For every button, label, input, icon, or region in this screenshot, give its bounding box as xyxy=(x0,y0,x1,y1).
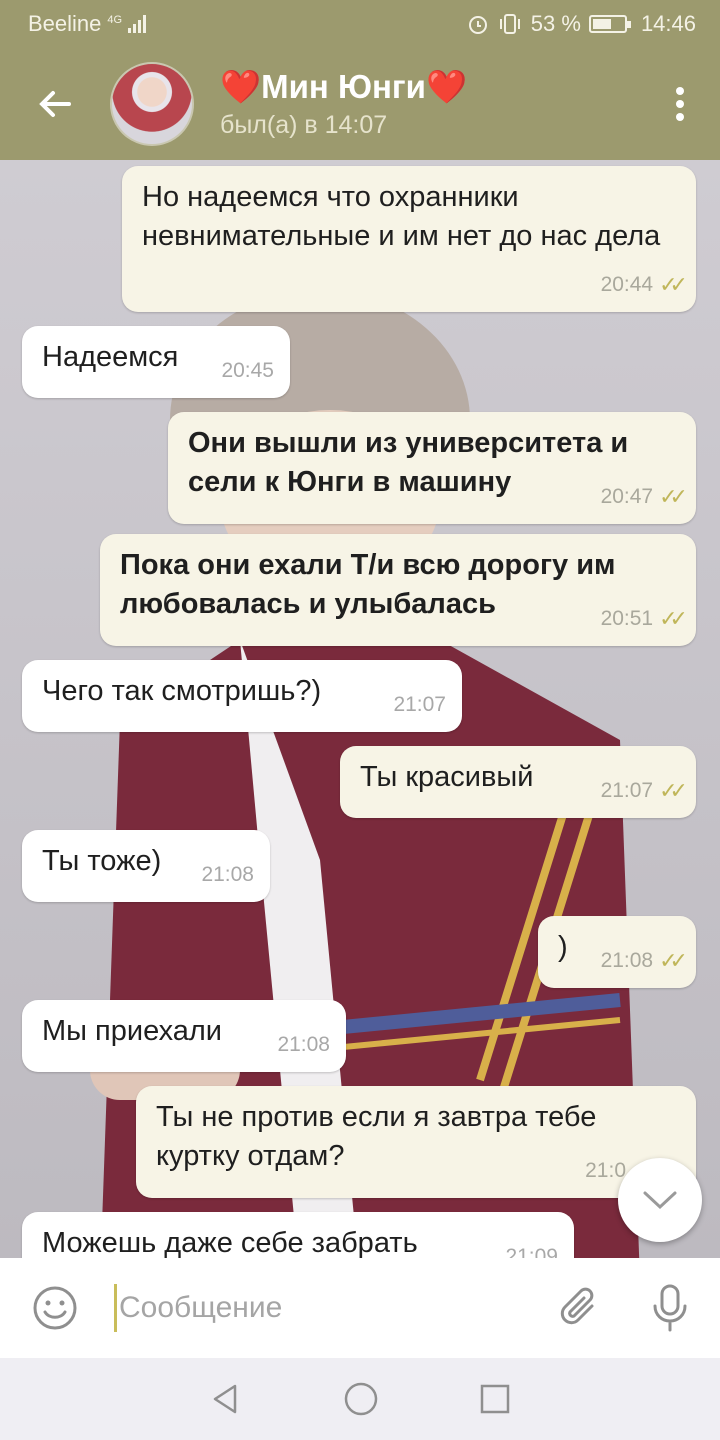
avatar[interactable] xyxy=(110,62,194,146)
message-time: 20:47 xyxy=(600,485,654,508)
message-meta: 21:08 xyxy=(277,1025,330,1064)
message-text: ) xyxy=(558,931,568,963)
message-time: 20:45 xyxy=(221,359,274,382)
message-bubble[interactable]: Но надеемся что охранники невнимательные… xyxy=(122,166,696,312)
message-bubble[interactable]: Ты красивый 21:07 ✓✓ xyxy=(340,746,696,818)
signal-icon xyxy=(128,15,147,33)
message-time: 21:08 xyxy=(201,863,254,886)
message-time: 21:07 xyxy=(393,693,446,716)
message-bubble[interactable]: Пока они ехали Т/и всю дорогу им любовал… xyxy=(100,534,696,646)
double-check-icon: ✓✓ xyxy=(659,948,688,973)
message-text: Чего так смотришь?) xyxy=(42,675,322,707)
message-bubble[interactable]: Мы приехали 21:08 xyxy=(22,1000,346,1072)
battery-percent: 53 % xyxy=(530,11,581,36)
message-text: Можешь даже себе забрать xyxy=(42,1227,418,1258)
message-text: Ты не против если я завтра тебе куртку о… xyxy=(156,1101,597,1172)
chat-header: ❤️Мин Юнги❤️ был(а) в 14:07 xyxy=(0,48,720,160)
message-meta: 21:08 xyxy=(201,855,254,894)
nav-recents-icon[interactable] xyxy=(479,1383,511,1415)
mic-button[interactable] xyxy=(620,1284,720,1332)
message-bubble[interactable]: Ты не против если я завтра тебе куртку о… xyxy=(136,1086,696,1198)
battery-icon xyxy=(588,15,631,33)
message-placeholder: Сообщение xyxy=(119,1291,283,1324)
message-text: Пока они ехали Т/и всю дорогу им любовал… xyxy=(120,549,616,620)
vibrate-icon xyxy=(499,14,520,34)
chat-area[interactable]: Но надеемся что охранники невнимательные… xyxy=(0,160,720,1258)
message-text: Они вышли из университета и сели к Юнги … xyxy=(188,427,629,498)
attach-button[interactable] xyxy=(540,1286,620,1330)
message-bubble[interactable]: Они вышли из университета и сели к Юнги … xyxy=(168,412,696,524)
more-menu-button[interactable] xyxy=(640,48,720,160)
message-time: 21:08 xyxy=(277,1033,330,1056)
system-nav-bar xyxy=(0,1358,720,1440)
scroll-down-button[interactable] xyxy=(618,1158,702,1242)
double-check-icon: ✓✓ xyxy=(659,606,688,631)
contact-info[interactable]: ❤️Мин Юнги❤️ был(а) в 14:07 xyxy=(220,68,467,140)
message-time: 21:09 xyxy=(505,1245,558,1258)
nav-back-icon[interactable] xyxy=(209,1382,243,1416)
carrier: Beeline 4G xyxy=(28,11,147,37)
double-check-icon: ✓✓ xyxy=(659,484,688,509)
message-input-bar: Сообщение xyxy=(0,1258,720,1358)
message-text: Надеемся xyxy=(42,341,179,373)
message-bubble[interactable]: ) 21:08 ✓✓ xyxy=(538,916,696,988)
double-check-icon: ✓✓ xyxy=(659,778,688,803)
chevron-down-icon xyxy=(643,1191,677,1210)
message-bubble[interactable]: Можешь даже себе забрать 21:09 xyxy=(22,1212,574,1258)
message-meta: 20:47 ✓✓ xyxy=(600,477,688,516)
message-meta: 20:44 ✓✓ xyxy=(600,265,688,304)
network-type: 4G xyxy=(107,14,123,26)
text-cursor xyxy=(114,1284,117,1332)
message-meta: 21:07 xyxy=(393,685,446,724)
message-bubble[interactable]: Надеемся 20:45 xyxy=(22,326,290,398)
emoji-button[interactable] xyxy=(0,1285,110,1331)
contact-last-seen: был(а) в 14:07 xyxy=(220,111,388,139)
double-check-icon: ✓✓ xyxy=(659,272,688,297)
message-time: 21:07 xyxy=(600,779,654,802)
alarm-icon xyxy=(468,16,487,34)
back-arrow-icon xyxy=(39,91,71,117)
back-button[interactable] xyxy=(0,48,110,160)
clock: 14:46 xyxy=(640,11,696,36)
carrier-name: Beeline xyxy=(28,11,102,36)
message-text: Ты тоже) xyxy=(42,845,162,877)
contact-name: ❤️Мин Юнги❤️ xyxy=(220,68,468,105)
emoji-icon xyxy=(33,1286,77,1330)
message-bubble[interactable]: Чего так смотришь?) 21:07 xyxy=(22,660,462,732)
message-time: 20:51 xyxy=(600,607,654,630)
message-meta: 21:09 xyxy=(505,1237,558,1258)
nav-home-icon[interactable] xyxy=(343,1381,379,1417)
message-meta: 21:07 ✓✓ xyxy=(600,771,688,810)
message-time: 20:44 xyxy=(600,273,654,296)
message-text: Ты красивый xyxy=(360,761,534,793)
status-bar: Beeline 4G 53 % 14:46 xyxy=(0,0,720,48)
message-input[interactable]: Сообщение xyxy=(110,1278,540,1338)
message-text: Но надеемся что охранники невнимательные… xyxy=(142,181,661,252)
status-right: 53 % 14:46 xyxy=(467,11,696,37)
more-vert-icon xyxy=(676,87,684,121)
attach-icon xyxy=(560,1287,594,1325)
message-time: 21:08 xyxy=(600,949,654,972)
message-meta: 20:45 xyxy=(221,351,274,390)
message-meta: 20:51 ✓✓ xyxy=(600,599,688,638)
message-text: Мы приехали xyxy=(42,1015,223,1047)
mic-icon xyxy=(653,1284,687,1332)
message-meta: 21:08 ✓✓ xyxy=(600,941,688,980)
message-bubble[interactable]: Ты тоже) 21:08 xyxy=(22,830,270,902)
